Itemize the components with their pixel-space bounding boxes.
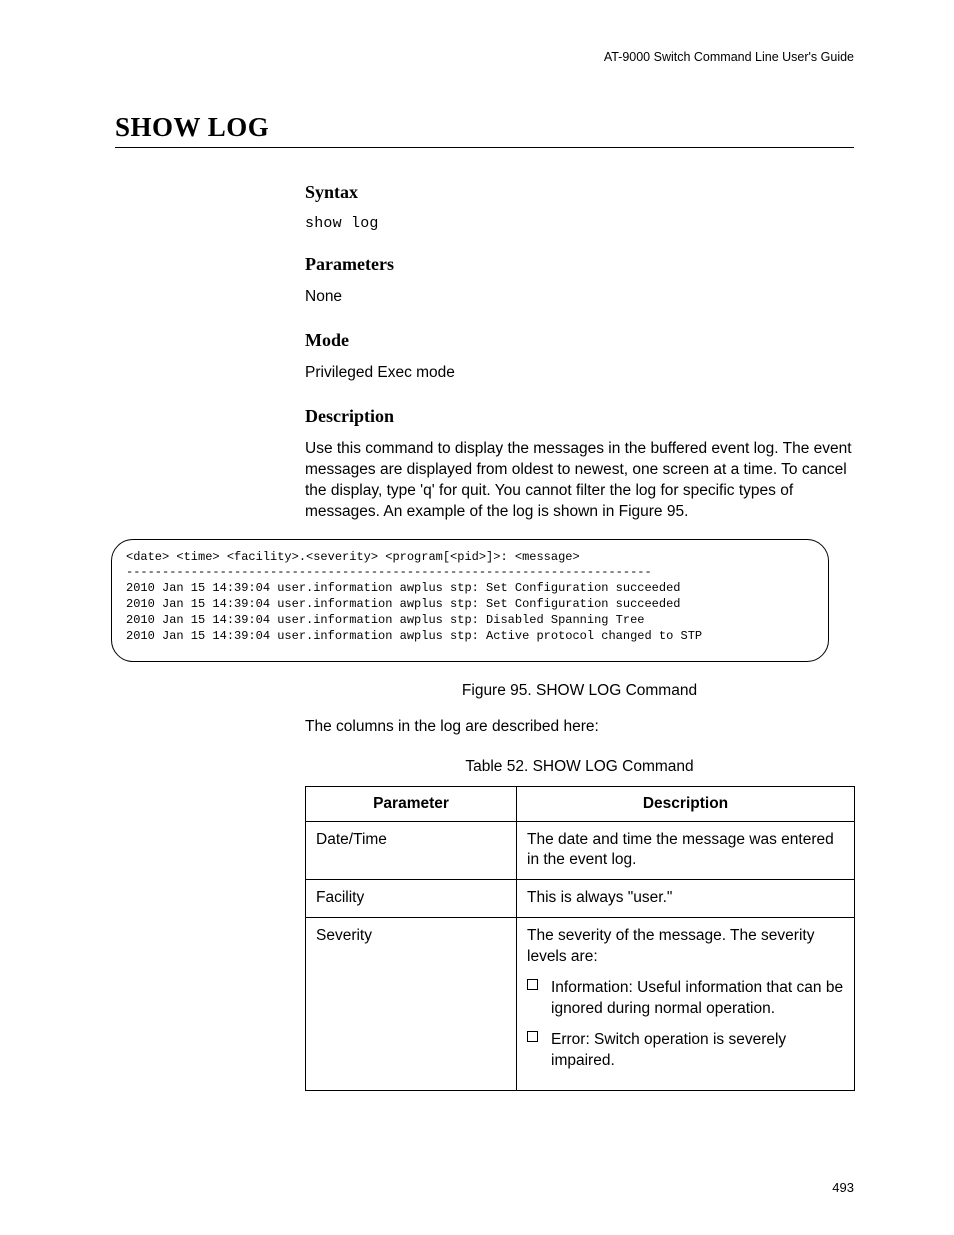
- severity-bullet-text: Information: Useful information that can…: [551, 979, 843, 1017]
- severity-bullet: Information: Useful information that can…: [527, 978, 844, 1020]
- table-row: Severity The severity of the message. Th…: [306, 918, 855, 1091]
- parameters-body: None: [305, 287, 854, 308]
- running-header: AT-9000 Switch Command Line User's Guide: [115, 50, 854, 64]
- section-head-description: Description: [305, 406, 854, 427]
- figure-caption: Figure 95. SHOW LOG Command: [305, 682, 854, 700]
- severity-bullet-text: Error: Switch operation is severely impa…: [551, 1031, 786, 1069]
- columns-intro: The columns in the log are described her…: [305, 718, 854, 736]
- square-bullet-icon: [527, 979, 538, 990]
- syntax-command: show log: [305, 215, 854, 232]
- cell-param: Facility: [306, 880, 517, 918]
- cell-desc: This is always "user.": [517, 880, 855, 918]
- page-number: 493: [832, 1180, 854, 1195]
- code-example-frame: <date> <time> <facility>.<severity> <pro…: [111, 539, 829, 662]
- table-row: Date/Time The date and time the message …: [306, 821, 855, 880]
- table-caption: Table 52. SHOW LOG Command: [305, 758, 854, 776]
- mode-body: Privileged Exec mode: [305, 363, 854, 384]
- cell-param: Date/Time: [306, 821, 517, 880]
- page-title: SHOW LOG: [115, 112, 854, 148]
- severity-bullet: Error: Switch operation is severely impa…: [527, 1030, 844, 1072]
- cell-param: Severity: [306, 918, 517, 1091]
- cell-desc: The severity of the message. The severit…: [517, 918, 855, 1091]
- severity-intro: The severity of the message. The severit…: [527, 927, 814, 965]
- table-header-parameter: Parameter: [306, 786, 517, 821]
- square-bullet-icon: [527, 1031, 538, 1042]
- parameter-table: Parameter Description Date/Time The date…: [305, 786, 855, 1091]
- table-header-description: Description: [517, 786, 855, 821]
- cell-desc: The date and time the message was entere…: [517, 821, 855, 880]
- section-head-parameters: Parameters: [305, 254, 854, 275]
- section-head-mode: Mode: [305, 330, 854, 351]
- description-body: Use this command to display the messages…: [305, 439, 854, 523]
- section-head-syntax: Syntax: [305, 182, 854, 203]
- code-example: <date> <time> <facility>.<severity> <pro…: [126, 550, 814, 645]
- table-row: Facility This is always "user.": [306, 880, 855, 918]
